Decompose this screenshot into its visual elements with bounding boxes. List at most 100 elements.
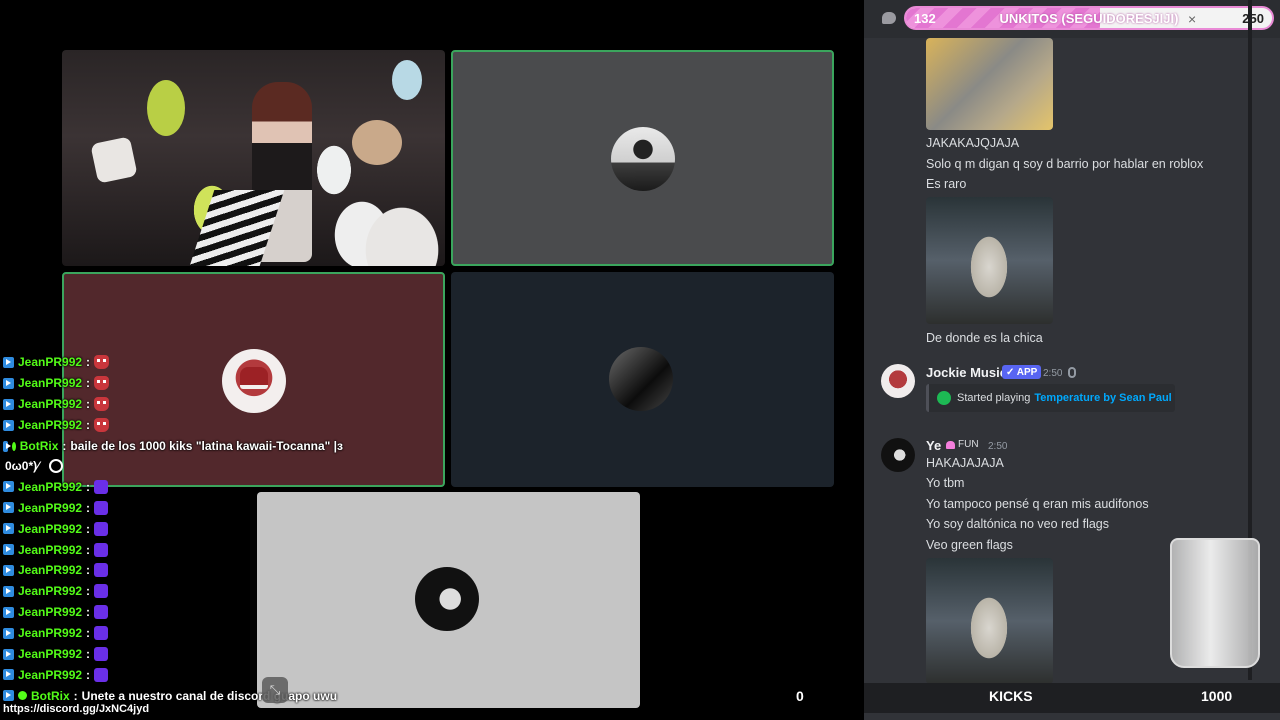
- chat-image[interactable]: [926, 558, 1053, 684]
- emote-purple-icon: [94, 605, 109, 620]
- song-link[interactable]: Temperature by Sean Paul: [1034, 392, 1171, 404]
- kick-badge-icon: [3, 398, 14, 410]
- chat-separator: :: [86, 500, 91, 515]
- chat-separator: :: [86, 521, 91, 536]
- stream-chat-overlay: JeanPR992: JeanPR992: JeanPR992: JeanPR992:…: [3, 342, 343, 706]
- kick-badge-icon: [3, 440, 11, 452]
- chat-separator: :: [86, 542, 91, 557]
- participant-tile[interactable]: [451, 272, 834, 487]
- author-name[interactable]: Ye: [926, 438, 941, 453]
- chat-line: JeanPR992:: [3, 394, 343, 415]
- chat-separator: :: [73, 688, 78, 703]
- chat-line: JeanPR992:: [3, 497, 343, 518]
- chat-username: JeanPR992: [18, 563, 83, 578]
- emote-purple-icon: [94, 521, 109, 536]
- discord-invite-link[interactable]: https://discord.gg/JxNC4jyd: [3, 703, 149, 715]
- kick-badge-icon: [3, 648, 14, 660]
- chat-username: JeanPR992: [18, 521, 83, 536]
- role-tag: FUN: [946, 439, 979, 450]
- kick-badge-icon: [3, 419, 14, 431]
- chat-separator: :: [86, 584, 91, 599]
- chat-username: BotRix: [31, 688, 70, 703]
- emote-icon: [49, 459, 64, 474]
- chat-separator: :: [86, 647, 91, 662]
- kick-badge-icon: [3, 377, 14, 389]
- participant-avatar: [415, 567, 479, 631]
- author-name[interactable]: Jockie Music: [926, 365, 1007, 380]
- chat-image[interactable]: [926, 197, 1053, 324]
- chat-line: JeanPR992:: [3, 581, 343, 602]
- chat-line: JeanPR992:: [3, 602, 343, 623]
- chat-username: JeanPR992: [18, 605, 83, 620]
- goal-title: UNKITOS (SEGUIDORESJIJI): [999, 11, 1179, 26]
- chat-bubble-icon: [882, 12, 896, 24]
- chat-message-continuation: 0ω0*)⁄: [3, 456, 343, 476]
- kick-badge-icon: [3, 523, 14, 535]
- emote-purple-icon: [94, 563, 109, 578]
- plush-toy: [392, 60, 422, 100]
- overlay-counter: 0: [796, 688, 804, 704]
- avatar[interactable]: [881, 364, 915, 398]
- chat-line: JeanPR992:: [3, 476, 343, 497]
- chat-username: JeanPR992: [18, 626, 83, 641]
- chat-separator: :: [86, 605, 91, 620]
- participant-tile[interactable]: [451, 50, 834, 266]
- spotify-icon: [937, 391, 951, 405]
- pip-toggle-icon[interactable]: ⤡: [262, 677, 288, 703]
- chat-separator: :: [86, 563, 91, 578]
- participant-avatar: [611, 127, 675, 191]
- chat-separator: :: [86, 626, 91, 641]
- emote-red-icon: [94, 376, 110, 391]
- emote-purple-icon: [94, 479, 109, 494]
- kick-badge-icon: [3, 585, 14, 597]
- participant-avatar: [609, 347, 673, 411]
- kick-badge-icon: [3, 669, 14, 681]
- timestamp: 2:50: [988, 441, 1008, 452]
- kick-badge-icon: [3, 690, 14, 702]
- chat-message: JAKAKAJQJAJA: [926, 136, 1020, 150]
- chat-username: JeanPR992: [18, 667, 83, 682]
- app-badge: ✓ APP: [1002, 365, 1042, 379]
- chat-separator: :: [86, 667, 91, 682]
- emote-red-icon: [94, 418, 110, 433]
- emote-purple-icon: [94, 500, 109, 515]
- kick-jar-graphic: [1170, 538, 1260, 668]
- timestamp: 2:50: [1043, 368, 1063, 379]
- verified-badge-icon: [18, 691, 27, 701]
- verified-badge-icon: [11, 441, 16, 451]
- plush-toy: [147, 80, 185, 136]
- chat-message: Yo soy daltónica no veo red flags: [926, 517, 1109, 531]
- heart-icon: [946, 440, 955, 449]
- chat-separator: :: [86, 376, 91, 391]
- chat-line: JeanPR992:: [3, 644, 343, 665]
- chat-message: Veo green flags: [926, 538, 1013, 552]
- chat-username: JeanPR992: [18, 376, 83, 391]
- chat-username: JeanPR992: [18, 500, 83, 515]
- kick-badge-icon: [3, 356, 14, 368]
- kicks-label: KICKS: [989, 688, 1033, 704]
- embed-prefix: Started playing: [957, 392, 1031, 404]
- chat-message: Yo tbm: [926, 476, 965, 490]
- chat-separator: :: [86, 397, 91, 412]
- avatar[interactable]: [881, 438, 915, 472]
- goal-max: 250: [1242, 11, 1264, 26]
- emote-red-icon: [94, 355, 110, 370]
- chat-line: JeanPR992:: [3, 664, 343, 685]
- kick-badge-icon: [3, 544, 14, 556]
- chat-username: JeanPR992: [18, 584, 83, 599]
- chat-line: JeanPR992:: [3, 415, 343, 436]
- plush-toy: [352, 120, 402, 165]
- kick-badge-icon: [3, 502, 14, 514]
- emote-red-icon: [94, 397, 110, 412]
- chat-line-bot: BotRix : baile de los 1000 kiks "latina …: [3, 436, 343, 457]
- chat-message: Es raro: [926, 177, 967, 191]
- chat-image[interactable]: [926, 38, 1053, 130]
- chat-separator: :: [86, 418, 91, 433]
- chat-username: JeanPR992: [18, 397, 83, 412]
- role-tag-label: FUN: [958, 439, 979, 450]
- chat-line: JeanPR992:: [3, 373, 343, 394]
- chat-separator: :: [86, 355, 91, 370]
- now-playing-embed: Started playing Temperature by Sean Paul: [926, 384, 1175, 412]
- close-icon[interactable]: ×: [1188, 11, 1196, 27]
- chat-username: JeanPR992: [18, 418, 83, 433]
